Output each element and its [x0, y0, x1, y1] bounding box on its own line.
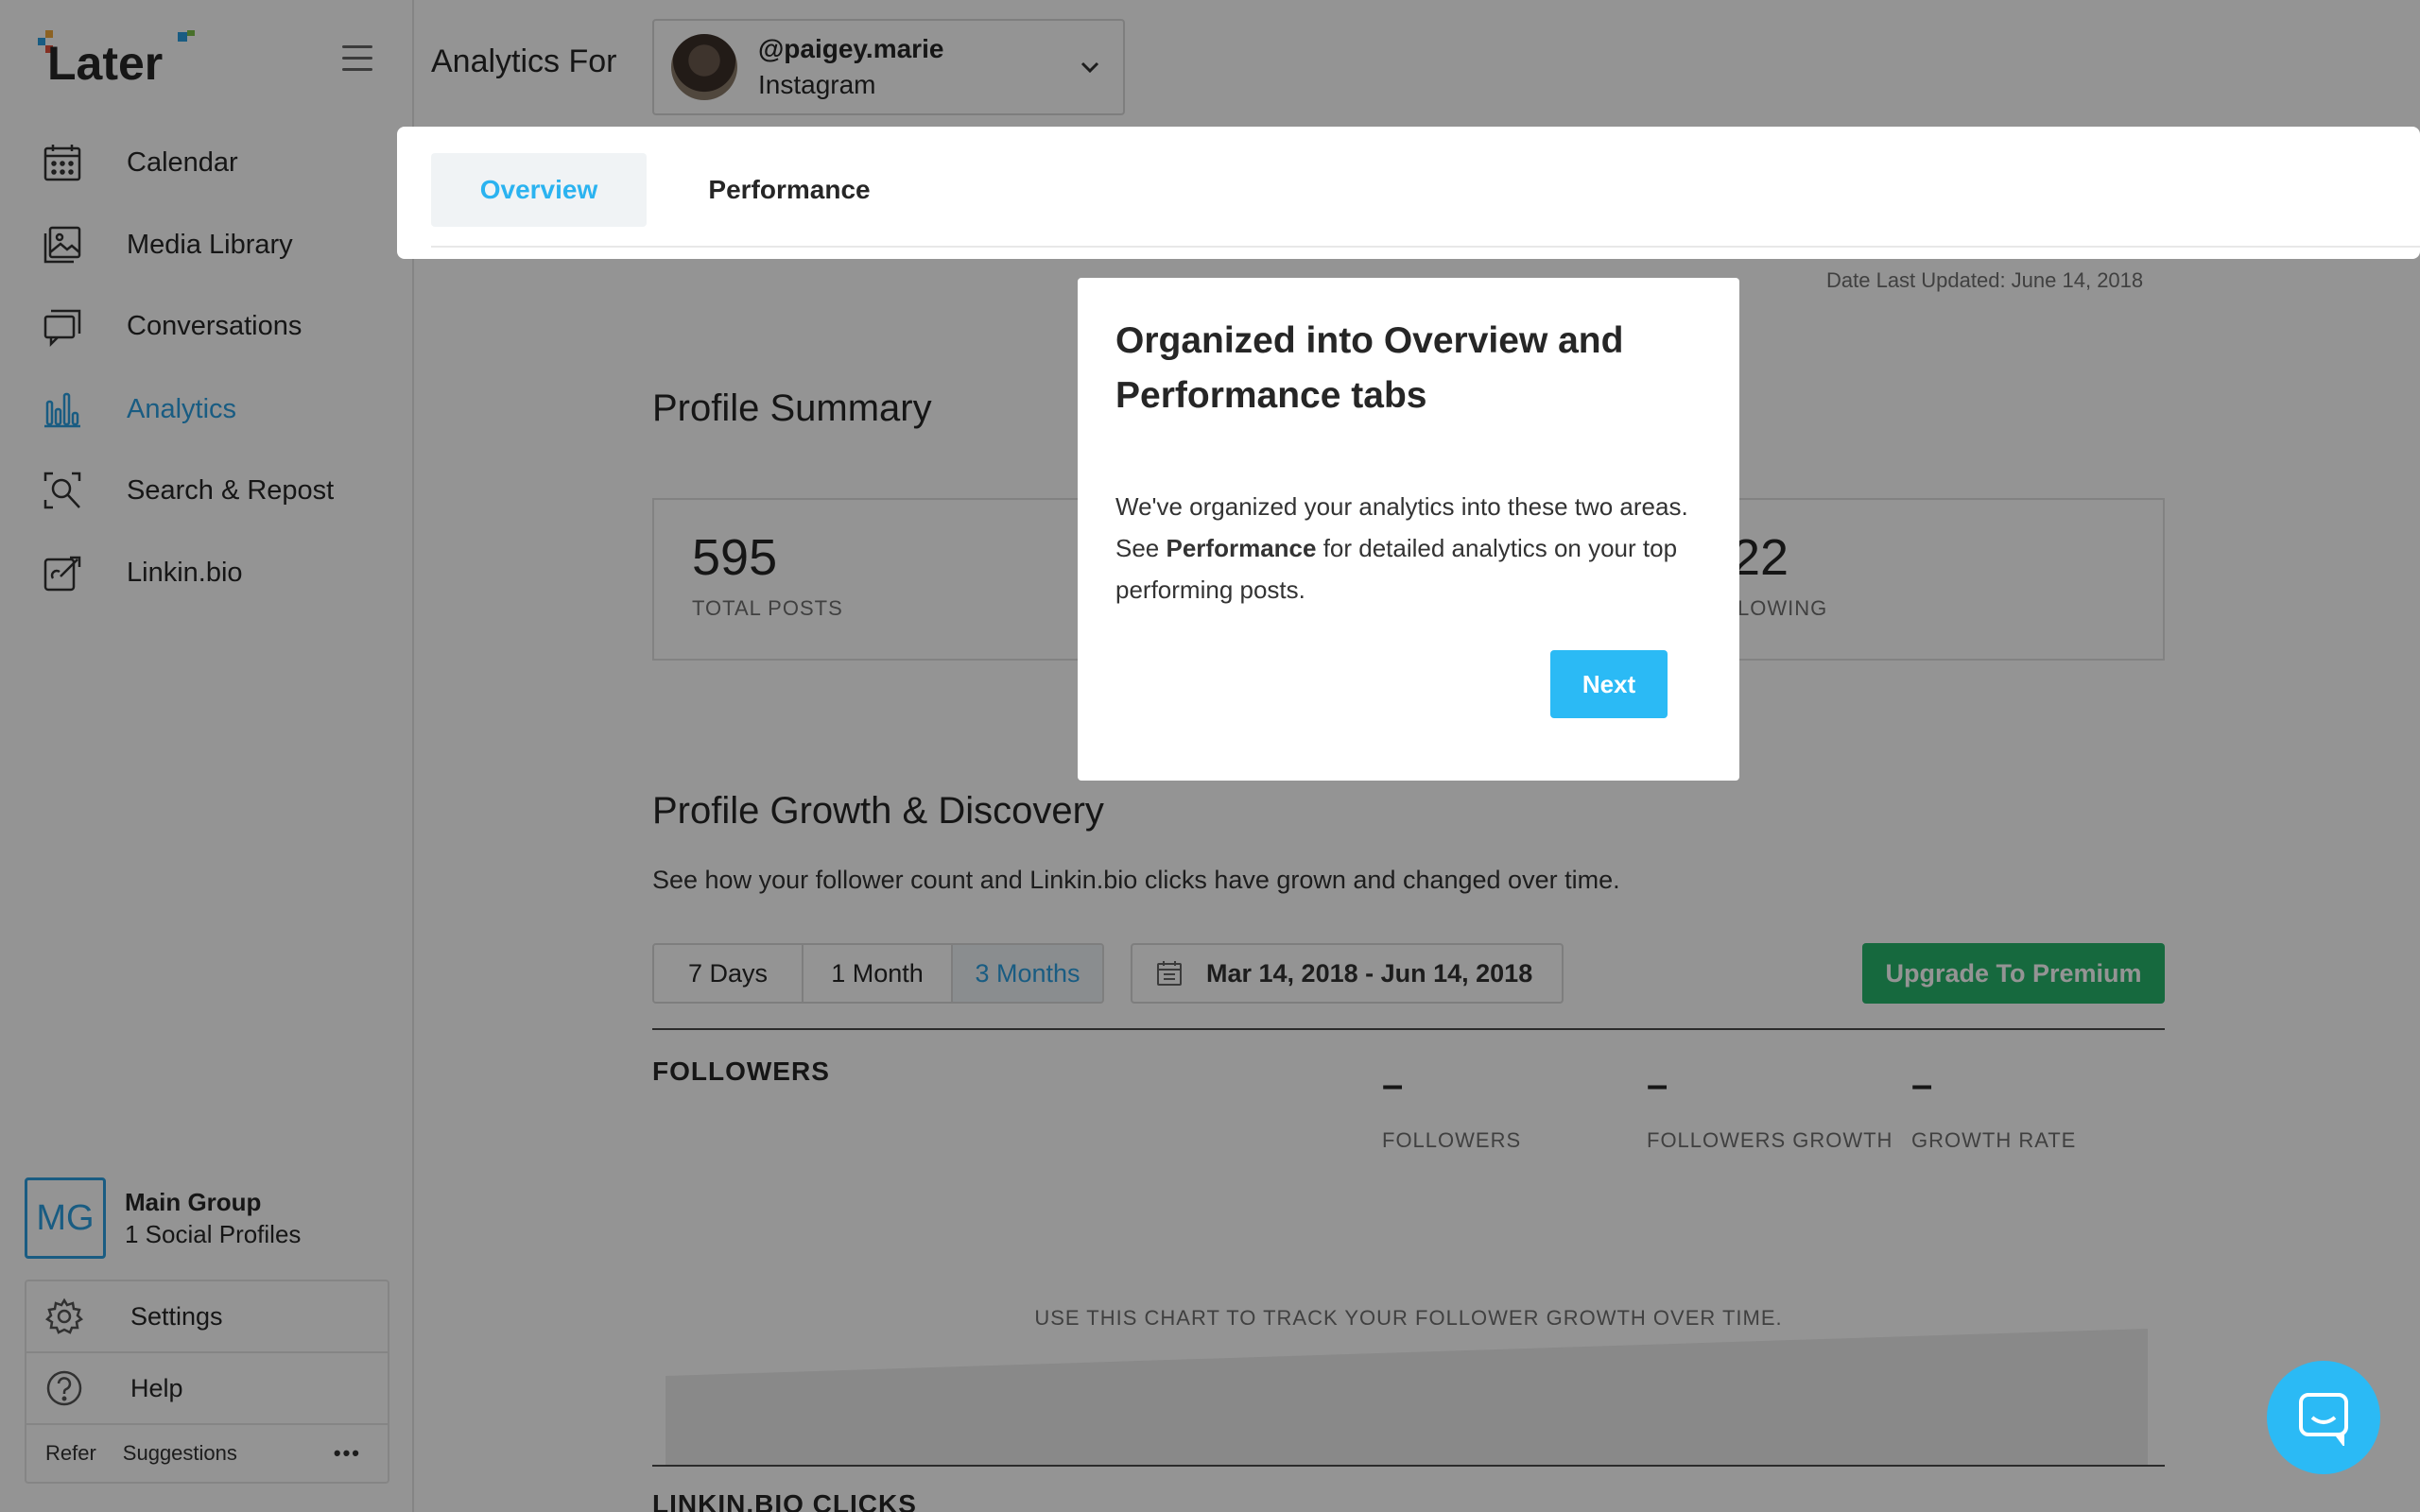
modal-body: We've organized your analytics into thes… — [1115, 486, 1702, 610]
onboarding-modal: Organized into Overview and Performance … — [1078, 278, 1739, 781]
chat-icon — [2299, 1393, 2348, 1446]
analytics-tabs: Overview Performance — [397, 127, 2420, 259]
tab-overview[interactable]: Overview — [431, 153, 647, 227]
modal-title: Organized into Overview and Performance … — [1115, 320, 1624, 416]
modal-body-emphasis: Performance — [1166, 534, 1317, 562]
tab-performance[interactable]: Performance — [681, 153, 898, 227]
next-button[interactable]: Next — [1550, 650, 1668, 718]
chat-launcher-button[interactable] — [2267, 1361, 2380, 1474]
tabs-divider — [431, 246, 2420, 248]
